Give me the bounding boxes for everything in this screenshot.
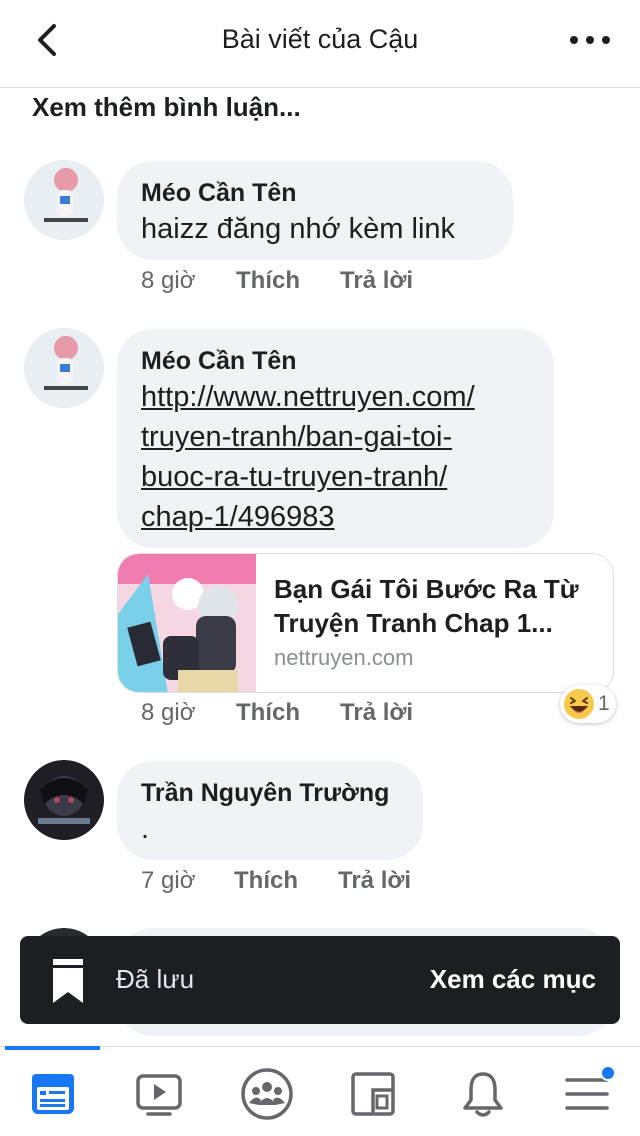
reaction-count: 1	[598, 692, 610, 715]
comment-actions: 8 giờ Thích Trả lời	[141, 267, 413, 295]
avatar[interactable]	[24, 160, 104, 240]
tab-marketplace[interactable]	[346, 1067, 400, 1121]
tab-news-feed[interactable]	[26, 1067, 80, 1121]
comment-link-line[interactable]: http://www.nettruyen.com/	[141, 377, 530, 417]
reply-button[interactable]: Trả lời	[340, 699, 413, 727]
comment-author[interactable]: Trần Nguyên Trường	[141, 777, 399, 809]
comment-link-line[interactable]: chap-1/496983	[141, 497, 530, 537]
comment-text: haizz đăng nhớ kèm link	[141, 213, 456, 245]
tab-menu[interactable]	[560, 1065, 616, 1121]
reply-button[interactable]: Trả lời	[338, 867, 411, 895]
link-preview-domain: nettruyen.com	[274, 645, 414, 670]
news-feed-icon	[32, 1074, 74, 1114]
like-button[interactable]: Thích	[234, 867, 338, 895]
saved-toast: Đã lưu Xem các mục	[20, 936, 620, 1024]
comment-bubble[interactable]: Trần Nguyên Trường .	[117, 761, 423, 860]
like-button[interactable]: Thích	[236, 699, 340, 727]
view-saved-items-button[interactable]: Xem các mục	[430, 964, 596, 995]
laughing-emoji-icon	[564, 689, 594, 719]
tab-notifications[interactable]	[456, 1067, 510, 1121]
menu-notification-dot	[600, 1065, 616, 1081]
like-button[interactable]: Thích	[236, 267, 340, 295]
comment-bubble[interactable]: Méo Cần Tên haizz đăng nhớ kèm link	[117, 161, 513, 260]
comment-bubble[interactable]: Méo Cần Tên http://www.nettruyen.com/ tr…	[117, 329, 554, 548]
view-more-comments-link[interactable]: Xem thêm bình luận...	[32, 92, 301, 123]
comment-actions: 7 giờ Thích Trả lời	[141, 867, 411, 895]
avatar[interactable]	[24, 328, 104, 408]
comment-timestamp: 7 giờ	[141, 867, 196, 894]
comment-author[interactable]: Méo Cần Tên	[141, 345, 530, 377]
page-title: Bài viết của Cậu	[221, 24, 419, 54]
watch-video-icon	[136, 1074, 182, 1116]
groups-icon	[241, 1068, 293, 1120]
avatar[interactable]	[24, 760, 104, 840]
comment-timestamp: 8 giờ	[141, 267, 196, 294]
more-horizontal-icon	[570, 36, 578, 44]
reaction-summary[interactable]: 1	[560, 685, 616, 723]
link-preview-thumbnail	[118, 554, 256, 692]
notifications-bell-icon	[463, 1072, 503, 1117]
link-preview-card[interactable]: Bạn Gái Tôi Bước Ra Từ Truyện Tranh Chap…	[117, 553, 614, 693]
tab-watch[interactable]	[132, 1067, 186, 1121]
comment-link-line[interactable]: buoc-ra-tu-truyen-tranh/	[141, 457, 530, 497]
top-navigation-bar: Bài viết của Cậu	[0, 0, 640, 88]
reply-button[interactable]: Trả lời	[340, 267, 413, 295]
comment-actions: 8 giờ Thích Trả lời	[141, 699, 413, 727]
toast-message: Đã lưu	[116, 964, 195, 994]
link-preview-title[interactable]: Bạn Gái Tôi Bước Ra Từ Truyện Tranh Chap…	[274, 572, 594, 640]
bottom-tab-bar	[0, 1046, 640, 1136]
bookmark-icon	[53, 959, 83, 1003]
comment-timestamp: 8 giờ	[141, 699, 196, 726]
comment-text: .	[141, 813, 150, 845]
tab-groups[interactable]	[240, 1067, 294, 1121]
active-tab-indicator	[5, 1046, 100, 1050]
comment-author[interactable]: Méo Cần Tên	[141, 177, 489, 209]
more-options-button[interactable]	[570, 20, 610, 60]
marketplace-icon	[351, 1072, 395, 1116]
comment-link-line[interactable]: truyen-tranh/ban-gai-toi-	[141, 417, 530, 457]
